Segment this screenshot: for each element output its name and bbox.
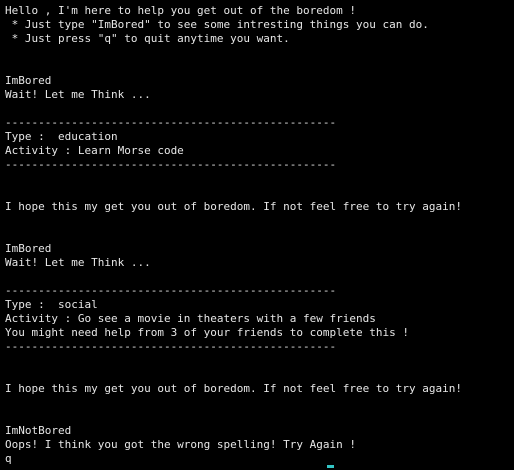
terminal-line: I hope this my get you out of boredom. I…: [5, 382, 462, 395]
terminal-line: ImNotBored: [5, 424, 72, 437]
terminal-window[interactable]: Hello , I'm here to help you get out of …: [0, 0, 514, 470]
text-cursor: [327, 465, 334, 468]
separator-line: ----------------------------------------…: [5, 158, 337, 171]
terminal-line: Wait! Let me Think ...: [5, 256, 151, 269]
terminal-line: Wait! Let me Think ...: [5, 88, 151, 101]
terminal-line: Activity : Learn Morse code: [5, 144, 184, 157]
separator-line: ----------------------------------------…: [5, 340, 337, 353]
terminal-line: Type : education: [5, 130, 118, 143]
terminal-line: Oops! I think you got the wrong spelling…: [5, 438, 356, 451]
terminal-line: Activity : Go see a movie in theaters wi…: [5, 312, 376, 325]
terminal-line: ImBored: [5, 242, 52, 255]
terminal-line: Hello , I'm here to help you get out of …: [5, 4, 356, 17]
separator-line: ----------------------------------------…: [5, 284, 337, 297]
terminal-line: * Just press "q" to quit anytime you wan…: [5, 32, 290, 45]
terminal-output: Hello , I'm here to help you get out of …: [5, 4, 514, 466]
terminal-line: Type : social: [5, 298, 98, 311]
terminal-line: * Just type "ImBored" to see some intres…: [5, 18, 429, 31]
terminal-line: You might need help from 3 of your frien…: [5, 326, 409, 339]
terminal-line: I hope this my get you out of boredom. I…: [5, 200, 462, 213]
separator-line: ----------------------------------------…: [5, 116, 337, 129]
terminal-input-line[interactable]: q: [5, 452, 514, 466]
terminal-line: ImBored: [5, 74, 52, 87]
